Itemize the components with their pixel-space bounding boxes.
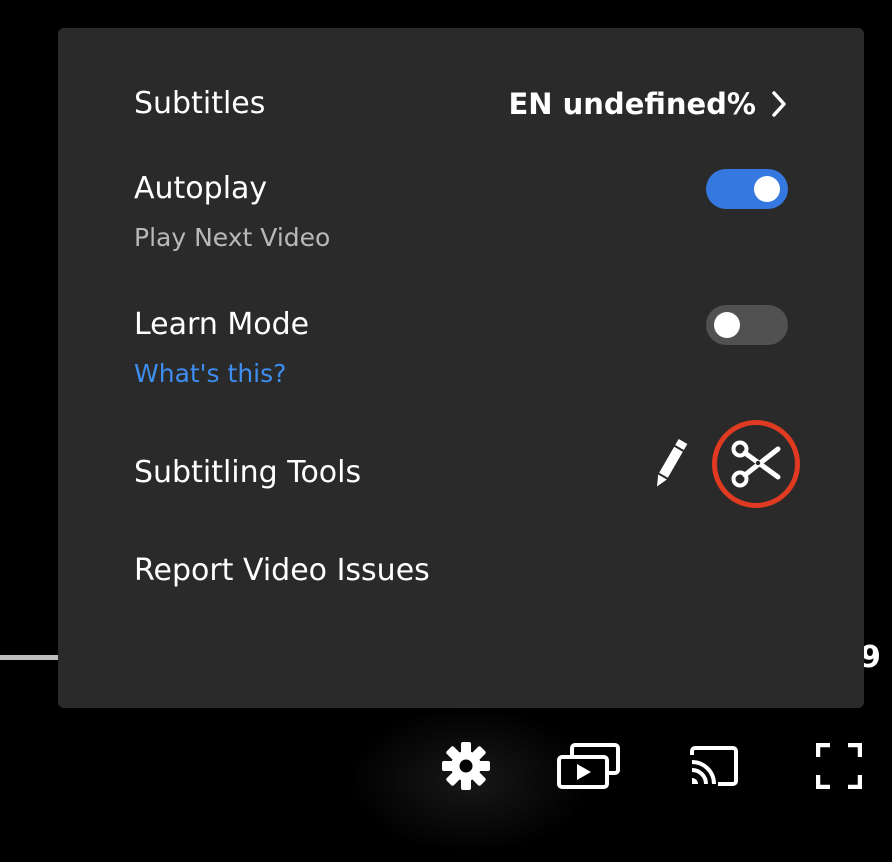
toggle-knob — [714, 312, 740, 338]
subtitling-tools-row: Subtitling Tools — [134, 420, 800, 508]
scissors-icon — [731, 440, 781, 488]
autoplay-label: Autoplay — [134, 171, 268, 206]
player-controls — [0, 735, 892, 805]
subtitles-row[interactable]: Subtitles EN undefined% — [134, 84, 788, 124]
scissors-button[interactable] — [712, 420, 800, 508]
toggle-knob — [754, 176, 780, 202]
subtitles-value-button[interactable]: EN undefined% — [508, 84, 788, 124]
learn-mode-label: Learn Mode — [134, 307, 310, 342]
fullscreen-icon[interactable] — [816, 743, 862, 789]
subtitling-tools-icons — [648, 420, 800, 508]
autoplay-row: Autoplay Play Next Video — [134, 169, 788, 259]
chevron-right-icon — [772, 91, 786, 117]
subtitles-label: Subtitles — [134, 86, 266, 121]
playlist-icon[interactable] — [556, 743, 622, 789]
cast-icon[interactable] — [690, 746, 738, 786]
report-issues-row[interactable]: Report Video Issues — [134, 551, 788, 591]
subtitles-value: EN undefined% — [508, 87, 756, 121]
learn-mode-toggle[interactable] — [706, 305, 788, 345]
settings-menu: Subtitles EN undefined% Autoplay Play Ne… — [58, 28, 864, 708]
autoplay-toggle[interactable] — [706, 169, 788, 209]
report-issues-label: Report Video Issues — [134, 553, 430, 588]
pencil-icon[interactable] — [648, 436, 692, 492]
learn-mode-row: Learn Mode What's this? — [134, 305, 788, 395]
whats-this-link[interactable]: What's this? — [134, 358, 788, 390]
gear-icon[interactable] — [441, 741, 491, 791]
video-player: 9 Subtitles EN undefined% Autoplay Play … — [0, 0, 892, 862]
subtitling-tools-label: Subtitling Tools — [134, 455, 362, 490]
autoplay-sublabel: Play Next Video — [134, 223, 331, 252]
